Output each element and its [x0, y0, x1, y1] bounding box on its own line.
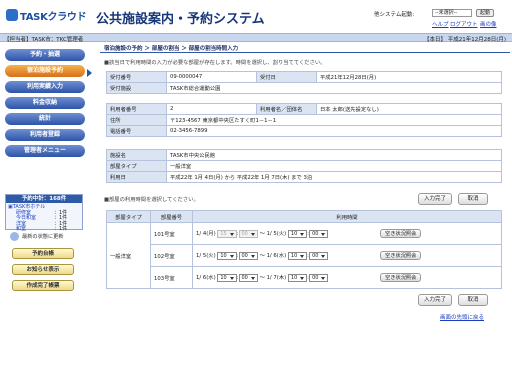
menu-statistics[interactable]: 統計	[5, 113, 85, 125]
to-minute-select[interactable]: 00	[309, 229, 329, 238]
logo-text: TASKクラウド	[20, 12, 87, 23]
refresh-link[interactable]: 最新の状態に更新	[10, 232, 64, 241]
from-hour-select[interactable]: 10	[217, 273, 237, 282]
title-divider	[100, 52, 510, 53]
refresh-icon	[10, 232, 19, 241]
room-time-table: 部屋タイプ 部屋番号 利用時間 一般洋室 101号室 1/ 4(月) 15:00…	[106, 210, 502, 289]
status-bar: 【担当者】TASK市：TKC管理者 【本日】 平成21年12月28日(月)	[0, 33, 512, 43]
app-header: TASKクラウド 公共施設案内・予約システム 他システム起動: --未選択-- …	[0, 0, 512, 33]
system-select[interactable]: --未選択--	[432, 9, 472, 17]
availability-button[interactable]: 空き状況照会	[380, 273, 422, 282]
table-row: 一般洋室 101号室 1/ 4(月) 15:00 ～ 1/ 5(火) 10:00…	[106, 222, 502, 289]
time-cell: 1/ 4(月) 15:00 ～ 1/ 5(火) 10:00 空き状況照会	[192, 222, 502, 245]
back-to-top-link[interactable]: 画面の先頭に戻る	[440, 313, 484, 321]
reservation-panel-title: 予約中計：168件	[6, 195, 82, 203]
availability-button[interactable]: 空き状況照会	[380, 251, 422, 260]
page-title: 宿泊施設の予約 ＞ 部屋の割当 ＞ 部屋の割当時間入力	[104, 46, 239, 52]
from-hour-select[interactable]: 10	[217, 251, 237, 260]
availability-button[interactable]: 空き状況照会	[380, 229, 422, 238]
print-link[interactable]: 画の像	[480, 20, 497, 28]
logo-icon	[6, 9, 18, 21]
menu-lodging-reservation[interactable]: 宿泊施設予約	[5, 65, 85, 77]
time-cell: 1/ 6(水) 10:00 ～ 1/ 7(木) 10:00 空き状況照会	[192, 266, 502, 289]
task-cloud-logo: TASKクラウド	[6, 7, 90, 23]
notice-text: ■該当日で利用時間の入力が必要な部屋が存在します。時間を選択し、割り当ててくださ…	[104, 60, 326, 66]
notice-display-button[interactable]: お知らせ表示	[12, 264, 74, 275]
main-content: 宿泊施設の予約 ＞ 部屋の割当 ＞ 部屋の割当時間入力 ■該当日で利用時間の入力…	[100, 43, 510, 384]
to-hour-select[interactable]: 10	[287, 251, 308, 260]
from-hour-select[interactable]: 15	[217, 229, 237, 238]
completed-report-button[interactable]: 作成完了帳票	[12, 280, 74, 291]
cancel-button-top[interactable]: 取消	[458, 193, 488, 205]
reservation-tree: ▣TASK市ホテル 研修室 ：1件 今日和室 ：1件 洋室 ：1件 和室 ：1件	[6, 203, 82, 232]
launch-button[interactable]: 起動	[476, 9, 494, 17]
help-link[interactable]: ヘルプ	[432, 20, 449, 28]
menu-admin[interactable]: 管理者メニュー	[5, 145, 85, 157]
app-title: 公共施設案内・予約システム	[96, 12, 265, 27]
table-row: 103号室 1/ 6(水) 10:00 ～ 1/ 7(木) 10:00 空き状況…	[107, 266, 502, 289]
logout-link[interactable]: ログアウト	[450, 20, 478, 28]
header-tools: 他システム起動: --未選択-- 起動 ヘルプ ログアウト 画の像	[372, 6, 506, 30]
to-minute-select[interactable]: 00	[309, 251, 329, 260]
time-select-note: ■部屋の利用時間を選択してください。	[104, 197, 199, 203]
reservation-panel: 予約中計：168件 ▣TASK市ホテル 研修室 ：1件 今日和室 ：1件 洋室 ：1件…	[5, 194, 83, 232]
facility-table: 施設名 TASK市中央公民館 部屋タイプ 一般洋室 利用日 平成22年 1月 4…	[106, 149, 502, 183]
menu-user-registration[interactable]: 利用者登録	[5, 129, 85, 141]
menu-fee-collection[interactable]: 料金収納	[5, 97, 85, 109]
from-minute-select[interactable]: 00	[238, 273, 258, 282]
reservation-ledger-button[interactable]: 予約台帳	[12, 248, 74, 259]
reception-table: 受付番号 09-0000047 受付日 平成21年12月28日(月) 受付施設 …	[106, 71, 502, 94]
from-minute-select[interactable]: 00	[238, 229, 258, 238]
table-row: 102号室 1/ 5(火) 10:00 ～ 1/ 6(水) 10:00 空き状況…	[107, 244, 502, 267]
system-launch-label: 他システム起動:	[374, 12, 415, 18]
cancel-button-bottom[interactable]: 取消	[458, 294, 488, 306]
date-info: 【本日】 平成21年12月28日(月)	[423, 37, 506, 43]
time-cell: 1/ 5(火) 10:00 ～ 1/ 6(水) 10:00 空き状況照会	[192, 244, 502, 267]
input-complete-button-bottom[interactable]: 入力完了	[418, 294, 452, 306]
active-menu-arrow-icon	[87, 69, 92, 77]
menu-usage-input[interactable]: 利用実績入力	[5, 81, 85, 93]
to-hour-select[interactable]: 10	[287, 273, 308, 282]
user-table: 利用者番号 2 利用者名／団体名 日本 太郎(送先設定なし) 住所 〒123-4…	[106, 103, 502, 137]
user-info: 【担当者】TASK市：TKC管理者	[4, 37, 84, 43]
menu-reservation-lottery[interactable]: 予約・抽選	[5, 49, 85, 61]
to-minute-select[interactable]: 00	[309, 273, 329, 282]
input-complete-button-top[interactable]: 入力完了	[418, 193, 452, 205]
from-minute-select[interactable]: 00	[238, 251, 258, 260]
to-hour-select[interactable]: 10	[287, 229, 308, 238]
